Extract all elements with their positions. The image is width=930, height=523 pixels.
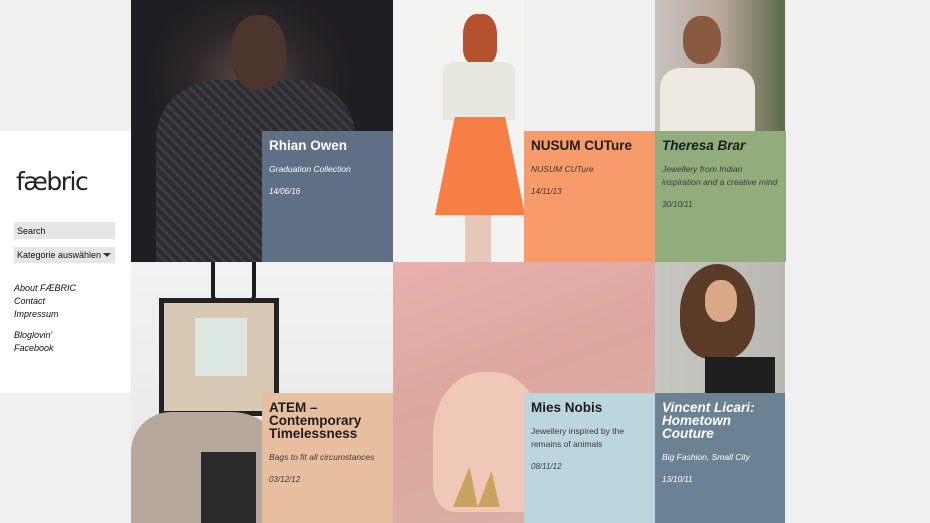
post-title: Theresa Brar — [662, 138, 746, 153]
post-subtitle: Bags to fit all circumstances — [269, 452, 375, 462]
category-select-value: Kategorie auswählen — [17, 250, 102, 260]
post-title: NUSUM CUTure — [531, 138, 632, 153]
post-image-theresa-brar[interactable] — [655, 0, 785, 131]
post-subtitle: Big Fashion, Small City — [662, 452, 750, 462]
nav-link-bloglovin[interactable]: Bloglovin' — [14, 329, 76, 342]
nav-link-impressum[interactable]: Impressum — [14, 308, 76, 321]
post-date: 30/10/11 — [662, 200, 693, 209]
post-date: 14/11/13 — [531, 187, 562, 196]
post-card-theresa-brar[interactable]: Theresa Brar Jewellery from Indian inspi… — [655, 131, 786, 262]
post-title: Rhian Owen — [269, 138, 348, 153]
post-subtitle: Jewellery inspired by the remains of ani… — [531, 426, 625, 449]
model-top — [443, 62, 515, 120]
bag-handle — [211, 262, 256, 302]
page: fæbric Kategorie auswählen About FÆBRIC … — [0, 0, 930, 523]
post-card-mies-nobis[interactable]: Mies Nobis Jewellery inspired by the rem… — [524, 393, 655, 523]
post-date: 03/12/12 — [269, 475, 301, 484]
post-image-vincent-licari[interactable] — [655, 262, 785, 393]
post-date: 08/11/12 — [531, 462, 562, 471]
model-hair — [463, 14, 497, 64]
post-date: 14/06/16 — [269, 187, 301, 196]
site-logo[interactable]: fæbric — [16, 167, 89, 196]
post-card-vincent-licari[interactable]: Vincent Licari: Hometown Couture Big Fas… — [655, 393, 785, 523]
model-face — [231, 15, 286, 90]
post-date: 13/10/11 — [662, 475, 693, 484]
post-card-rhian-owen[interactable]: Rhian Owen Graduation Collection 14/06/1… — [262, 131, 393, 262]
model-dress — [705, 357, 775, 393]
model-skirt — [435, 117, 524, 215]
model-legs — [465, 215, 491, 262]
sidebar: fæbric Kategorie auswählen About FÆBRIC … — [0, 131, 131, 393]
post-image-nusum-cuture[interactable] — [393, 0, 524, 262]
post-title: ATEM – Contemporary Timelessness — [269, 400, 362, 441]
post-subtitle: Graduation Collection — [269, 164, 351, 174]
chevron-down-icon — [103, 253, 111, 257]
nav-link-facebook[interactable]: Facebook — [14, 342, 76, 355]
bag-panel — [195, 318, 247, 376]
search-input[interactable] — [14, 222, 115, 239]
model-shirt — [660, 68, 755, 131]
model-leg — [201, 452, 256, 523]
model-face — [705, 280, 737, 322]
category-select[interactable]: Kategorie auswählen — [14, 247, 115, 263]
nav-link-about[interactable]: About FÆBRIC — [14, 282, 76, 295]
post-title: Mies Nobis — [531, 400, 603, 415]
post-subtitle: Jewellery from Indian inspiration and a … — [662, 164, 778, 187]
post-card-atem[interactable]: ATEM – Contemporary Timelessness Bags to… — [262, 393, 393, 523]
model-face — [683, 16, 721, 64]
post-subtitle: NUSUM CUTure — [531, 164, 594, 174]
post-card-nusum-cuture[interactable]: NUSUM CUTure NUSUM CUTure 14/11/13 — [524, 131, 655, 262]
sidebar-nav: About FÆBRIC Contact Impressum Bloglovin… — [14, 282, 76, 355]
post-title: Vincent Licari: Hometown Couture — [662, 400, 755, 441]
nav-link-contact[interactable]: Contact — [14, 295, 76, 308]
